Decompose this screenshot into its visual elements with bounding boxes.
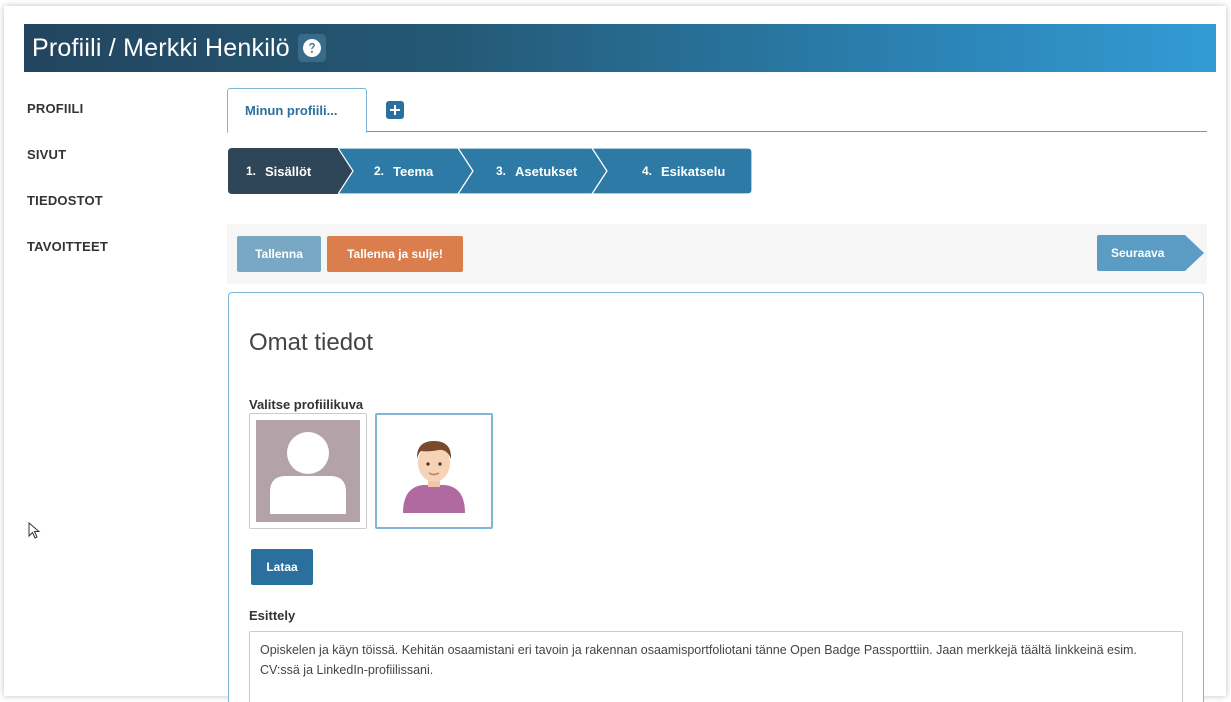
wizard-step-asetukset[interactable]: 3. Asetukset [458,148,608,194]
step-number: 2. [374,164,385,178]
next-button-label: Seuraava [1111,246,1165,260]
step-label: Sisällöt [265,163,312,179]
wizard-step-teema[interactable]: 2. Teema [338,148,474,194]
default-avatar-option[interactable] [249,413,367,529]
wizard-step-esikatselu[interactable]: 4. Esikatselu [592,148,752,194]
sidebar-item-tiedostot[interactable]: TIEDOSTOT [27,192,207,238]
step-label: Esikatselu [661,163,726,179]
sidebar-item-tavoitteet[interactable]: TAVOITTEET [27,238,207,284]
person-avatar-icon [403,441,465,513]
page-title: Profiili / Merkki Henkilö [32,33,290,62]
action-toolbar: Tallenna Tallenna ja sulje! Seuraava [227,224,1207,284]
save-button[interactable]: Tallenna [237,236,321,272]
next-button[interactable]: Seuraava [1097,235,1207,271]
step-number: 3. [496,164,507,178]
upload-button[interactable]: Lataa [251,549,313,585]
step-label: Asetukset [515,163,578,179]
section-title: Omat tiedot [249,329,374,356]
intro-textarea[interactable]: Opiskelen ja käyn töissä. Kehitän osaami… [249,631,1183,702]
wizard-step-sisallot[interactable]: 1. Sisällöt [228,148,354,194]
question-circle-icon[interactable] [297,34,326,62]
plus-square-icon[interactable] [386,101,404,119]
save-and-close-button[interactable]: Tallenna ja sulje! [327,236,463,272]
tab-my-profile[interactable]: Minun profiili... [227,88,367,133]
step-number: 1. [246,164,257,178]
user-avatar-option[interactable] [375,413,493,529]
profile-tabs: Minun profiili... [227,88,1207,133]
profile-picture-label: Valitse profiilikuva [249,397,364,412]
step-number: 4. [642,164,653,178]
sidebar-item-profiili[interactable]: PROFIILI [27,100,207,146]
side-navigation: PROFIILI SIVUT TIEDOSTOT TAVOITTEET [27,100,207,284]
mouse-cursor-icon [28,522,41,539]
page-header: Profiili / Merkki Henkilö [24,24,1216,72]
content-panel: Omat tiedot Valitse profiilikuva Lataa E… [228,292,1204,702]
intro-label: Esittely [249,608,296,623]
step-label: Teema [393,163,434,179]
sidebar-item-sivut[interactable]: SIVUT [27,146,207,192]
user-silhouette-icon [256,420,360,522]
